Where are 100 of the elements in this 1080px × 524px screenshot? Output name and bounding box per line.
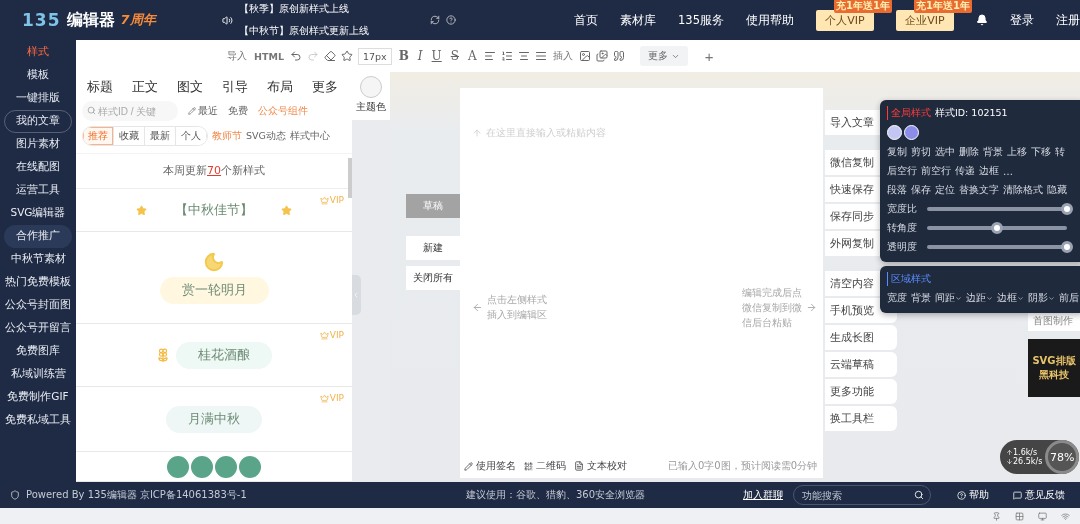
category-tab[interactable]: 布局 — [267, 77, 293, 98]
sidebar-item[interactable]: SVG编辑器 — [4, 202, 72, 225]
style-action[interactable]: 替换文字 — [959, 183, 999, 197]
sidebar-item[interactable]: 合作推广 — [4, 225, 72, 248]
editor-tool[interactable]: 文本校对 — [574, 459, 627, 473]
category-tab[interactable]: 标题 — [87, 77, 113, 98]
category-tab[interactable]: 正文 — [132, 77, 158, 98]
style-link[interactable]: 样式中心 — [289, 129, 330, 143]
style-link[interactable]: SVG动态 — [246, 129, 286, 143]
style-action[interactable]: 删除 — [959, 145, 979, 159]
slider-thumb[interactable] — [1061, 241, 1073, 253]
feature-search-field[interactable]: 功能搜索 — [793, 485, 931, 505]
sidebar-item[interactable]: 免费私域工具 — [4, 409, 72, 432]
new-button[interactable]: 新建 — [406, 236, 460, 260]
style-action[interactable]: 前后 — [1059, 291, 1079, 305]
search-icon[interactable] — [914, 490, 924, 500]
style-action[interactable]: 下移 — [1031, 145, 1051, 159]
image-icon[interactable] — [578, 50, 591, 62]
category-tab[interactable]: 更多 — [312, 77, 338, 98]
align-left-icon[interactable] — [483, 50, 496, 62]
sidebar-item[interactable]: 私域训练营 — [4, 363, 72, 386]
feedback-link[interactable]: 意见反馈 — [1007, 487, 1071, 503]
justify-icon[interactable] — [534, 50, 547, 62]
sidebar-item[interactable]: 图片素材 — [4, 133, 72, 156]
refresh-icon[interactable] — [430, 15, 441, 25]
underline-button[interactable]: U — [429, 49, 444, 63]
eraser-icon[interactable] — [323, 50, 336, 62]
font-size-field[interactable]: 17px — [357, 47, 392, 65]
images-icon[interactable] — [595, 50, 608, 62]
free-link[interactable]: 免费 — [228, 104, 248, 118]
sidebar-item[interactable]: 免费图库 — [4, 340, 72, 363]
style-action[interactable]: 前空行 — [921, 164, 951, 178]
html-button[interactable]: HTML — [253, 50, 285, 62]
bold-button[interactable]: B — [396, 49, 411, 63]
import-menu[interactable]: 导入 — [226, 49, 248, 63]
insert-menu[interactable]: 插入 — [551, 49, 574, 63]
style-action[interactable]: 清除格式 — [1003, 183, 1043, 197]
action-button[interactable]: 换工具栏 — [825, 406, 897, 431]
sidebar-item[interactable]: 免费制作GIF — [4, 386, 72, 409]
nav-link[interactable]: 素材库 — [620, 12, 657, 28]
editor-tool[interactable]: 二维码 — [524, 459, 566, 473]
join-group-link[interactable]: 加入群聊 — [743, 488, 783, 502]
notice-text[interactable]: 【秋季】原创新样式上线 — [239, 2, 370, 16]
style-action[interactable]: 间距 — [935, 291, 962, 305]
style-action[interactable]: 选中 — [935, 145, 955, 159]
action-button[interactable]: 云端草稿 — [825, 352, 897, 377]
action-button[interactable]: 更多功能 — [825, 379, 897, 404]
nav-link[interactable]: 首页 — [574, 12, 599, 28]
align-center-icon[interactable] — [517, 50, 530, 62]
sidebar-item[interactable]: 公众号开留言 — [4, 317, 72, 340]
recent-link[interactable]: 最近 — [188, 104, 218, 118]
strikethrough-button[interactable]: S — [448, 49, 461, 63]
slider-thumb[interactable] — [1061, 203, 1073, 215]
collapse-handle[interactable] — [351, 275, 361, 315]
category-tab[interactable]: 图文 — [177, 77, 203, 98]
promo-banner[interactable]: SVG排版 黑科技 — [1028, 339, 1080, 397]
auth-link[interactable]: 注册 — [1056, 12, 1080, 28]
style-action[interactable]: 定位 — [935, 183, 955, 197]
style-action[interactable]: 阴影 — [1028, 291, 1055, 305]
sidebar-item[interactable]: 一键排版 — [4, 87, 72, 110]
quote-icon[interactable] — [612, 50, 625, 62]
nav-link[interactable]: 135服务 — [678, 12, 724, 28]
help-icon[interactable] — [446, 15, 457, 25]
action-button[interactable]: 生成长图 — [825, 325, 897, 350]
style-action[interactable]: 转 — [1055, 145, 1065, 159]
style-action[interactable]: 上移 — [1007, 145, 1027, 159]
auth-link[interactable]: 登录 — [1010, 12, 1034, 28]
style-action[interactable]: 保存 — [911, 183, 931, 197]
close-all-button[interactable]: 关闭所有 — [406, 266, 460, 290]
font-color-button[interactable]: A — [465, 49, 479, 63]
style-card[interactable]: 桂花酒酿 VIP — [76, 324, 352, 387]
italic-button[interactable]: I — [415, 49, 425, 63]
numbered-list-icon[interactable] — [500, 50, 513, 62]
style-action[interactable]: 剪切 — [911, 145, 931, 159]
scrollbar-thumb[interactable] — [348, 158, 352, 198]
add-button[interactable]: + — [698, 46, 720, 66]
grid-icon[interactable] — [1015, 511, 1024, 521]
style-action[interactable]: … — [1003, 164, 1013, 178]
more-button[interactable]: 更多 — [639, 46, 688, 66]
nav-link[interactable]: 使用帮助 — [746, 12, 794, 28]
style-action[interactable]: 边框 — [997, 291, 1024, 305]
sidebar-item[interactable]: 模板 — [4, 64, 72, 87]
editor-tool[interactable]: 使用签名 — [464, 459, 516, 473]
style-action[interactable]: 背景 — [983, 145, 1003, 159]
style-action[interactable]: 边框 — [979, 164, 999, 178]
update-count-link[interactable]: 70 — [207, 164, 221, 178]
theme-color-swatch[interactable] — [360, 76, 382, 98]
style-action[interactable]: 边距 — [966, 291, 993, 305]
style-action[interactable]: 隐藏 — [1047, 183, 1067, 197]
monitor-icon[interactable] — [1038, 511, 1047, 521]
sidebar-item[interactable]: 公众号封面图 — [4, 294, 72, 317]
sidebar-item[interactable]: 运营工具 — [4, 179, 72, 202]
star-icon[interactable] — [340, 50, 353, 62]
bell-icon[interactable] — [976, 14, 988, 26]
sidebar-item[interactable]: 样式 — [4, 41, 72, 64]
slider-thumb[interactable] — [991, 222, 1003, 234]
color-dot[interactable] — [904, 125, 919, 140]
sidebar-item[interactable]: 在线配图 — [4, 156, 72, 179]
style-action[interactable]: 背景 — [911, 291, 931, 305]
notice-text[interactable]: 【中秋节】原创样式更新上线 — [239, 24, 370, 38]
